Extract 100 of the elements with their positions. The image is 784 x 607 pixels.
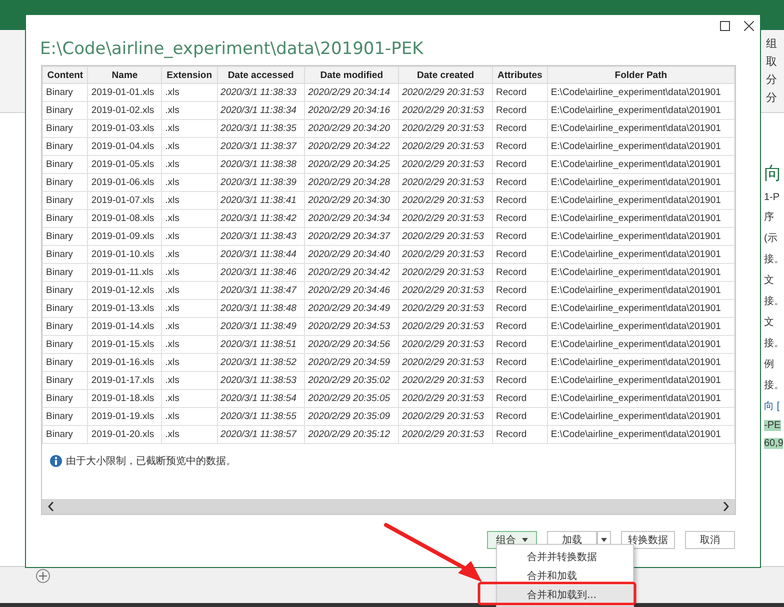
table-cell: .xls <box>162 282 218 300</box>
table-cell: 2020/3/1 11:38:34 <box>217 102 305 120</box>
horizontal-scrollbar[interactable] <box>42 499 735 514</box>
pane-text: 接。 <box>764 252 784 266</box>
table-cell: 2020/2/29 20:31:53 <box>398 372 493 390</box>
pane-text: 1-P <box>764 192 780 203</box>
table-cell: 2020/2/29 20:34:49 <box>304 300 399 318</box>
caret-icon <box>601 538 607 542</box>
ribbon-label[interactable]: 取 <box>766 54 777 69</box>
table-cell: 2020/2/29 20:31:53 <box>398 390 493 408</box>
pane-link[interactable]: 向 [ <box>764 399 780 413</box>
table-cell: Record <box>492 264 548 282</box>
dialog-title: E:\Code\airline_experiment\data\201901-PEK <box>40 39 424 59</box>
table-cell: E:\Code\airline_experiment\data\201901 <box>547 156 734 174</box>
table-cell: 2020/2/29 20:35:05 <box>304 390 399 408</box>
table-cell: .xls <box>162 408 218 426</box>
table-cell: E:\Code\airline_experiment\data\201901 <box>547 408 734 426</box>
table-cell: E:\Code\airline_experiment\data\201901 <box>547 264 734 282</box>
table-cell: E:\Code\airline_experiment\data\201901 <box>547 228 734 246</box>
table-cell: 2020/3/1 11:38:39 <box>217 174 305 192</box>
table-cell: 2020/3/1 11:38:37 <box>217 138 305 156</box>
table-cell: 2020/2/29 20:31:53 <box>398 120 493 138</box>
column-header: Date accessed <box>217 66 305 84</box>
pane-text: 接。 <box>764 378 784 392</box>
table-cell: 2019-01-11.xls <box>88 264 162 282</box>
table-cell: E:\Code\airline_experiment\data\201901 <box>547 372 734 390</box>
table-cell: Binary <box>42 282 88 300</box>
table-cell: 2020/2/29 20:31:53 <box>398 210 493 228</box>
ribbon-label[interactable]: 组 <box>766 36 777 51</box>
table-cell: 2020/2/29 20:34:34 <box>304 210 399 228</box>
table-cell: Binary <box>42 246 88 264</box>
table-cell: Binary <box>42 138 88 156</box>
table-cell: 2020/2/29 20:31:53 <box>398 408 493 426</box>
table-cell: .xls <box>162 318 218 336</box>
table-cell: Record <box>492 408 548 426</box>
table-cell: E:\Code\airline_experiment\data\201901 <box>547 390 734 408</box>
table-cell: E:\Code\airline_experiment\data\201901 <box>547 246 734 264</box>
table-cell: E:\Code\airline_experiment\data\201901 <box>547 210 734 228</box>
add-sheet-icon[interactable] <box>36 569 50 583</box>
table-cell: 2019-01-01.xls <box>88 84 162 102</box>
table-cell: 2020/2/29 20:34:40 <box>304 246 399 264</box>
ribbon-label[interactable]: 分 <box>766 72 777 87</box>
column-header: Extension <box>162 66 218 84</box>
table-cell: Binary <box>42 390 88 408</box>
table-cell: E:\Code\airline_experiment\data\201901 <box>547 282 734 300</box>
menu-item[interactable]: 合并和加载到... <box>497 585 633 604</box>
table-cell: E:\Code\airline_experiment\data\201901 <box>547 120 734 138</box>
menu-item[interactable]: 合并并转换数据 <box>497 547 633 566</box>
table-cell: Record <box>492 246 548 264</box>
maximize-icon[interactable] <box>720 21 730 31</box>
table-cell: 2020/2/29 20:31:53 <box>398 228 493 246</box>
dialog-button[interactable]: 取消 <box>685 531 735 549</box>
table-cell: 2020/2/29 20:34:22 <box>304 138 399 156</box>
pane-text: 60,9 <box>764 438 784 449</box>
table-cell: 2020/2/29 20:34:30 <box>304 192 399 210</box>
table-cell: Record <box>492 228 548 246</box>
scroll-right-icon[interactable] <box>723 502 729 511</box>
table-cell: 2019-01-06.xls <box>88 174 162 192</box>
table-cell: E:\Code\airline_experiment\data\201901 <box>547 300 734 318</box>
pane-text: 接。 <box>764 294 784 308</box>
table-cell: 2020/2/29 20:31:53 <box>398 318 493 336</box>
table-cell: Record <box>492 192 548 210</box>
table-cell: 2019-01-07.xls <box>88 192 162 210</box>
table-cell: .xls <box>162 192 218 210</box>
table-cell: 2020/3/1 11:38:54 <box>217 390 305 408</box>
table-cell: 2019-01-08.xls <box>88 210 162 228</box>
table-cell: E:\Code\airline_experiment\data\201901 <box>547 138 734 156</box>
table-cell: Binary <box>42 426 88 444</box>
scroll-left-icon[interactable] <box>48 502 54 511</box>
column-header: Content <box>42 66 88 84</box>
table-cell: .xls <box>162 300 218 318</box>
table-cell: 2020/2/29 20:31:53 <box>398 174 493 192</box>
table-cell: Record <box>492 300 548 318</box>
table-cell: 2020/2/29 20:34:53 <box>304 318 399 336</box>
pane-text: -PE <box>764 420 781 431</box>
table-cell: E:\Code\airline_experiment\data\201901 <box>547 84 734 102</box>
ribbon-label[interactable]: 分 <box>766 90 777 105</box>
table-cell: 2020/2/29 20:31:53 <box>398 264 493 282</box>
table-cell: Record <box>492 156 548 174</box>
close-icon[interactable] <box>744 21 754 31</box>
table-cell: .xls <box>162 84 218 102</box>
table-cell: 2020/2/29 20:34:59 <box>304 354 399 372</box>
table-cell: Record <box>492 372 548 390</box>
table-cell: Record <box>492 138 548 156</box>
table-cell: 2020/2/29 20:31:53 <box>398 336 493 354</box>
table-cell: 2019-01-20.xls <box>88 426 162 444</box>
table-cell: Record <box>492 426 548 444</box>
dialog-button[interactable]: 转换数据 <box>621 531 675 549</box>
table-cell: .xls <box>162 120 218 138</box>
table-cell: .xls <box>162 426 218 444</box>
table-cell: 2019-01-04.xls <box>88 138 162 156</box>
truncation-notice: 由于大小限制，已截断预览中的数据。 <box>66 454 236 468</box>
table-cell: E:\Code\airline_experiment\data\201901 <box>547 318 734 336</box>
table-cell: 2019-01-02.xls <box>88 102 162 120</box>
table-cell: Binary <box>42 192 88 210</box>
table-cell: 2019-01-15.xls <box>88 336 162 354</box>
column-header: Name <box>88 66 162 84</box>
table-cell: Binary <box>42 156 88 174</box>
table-cell: Record <box>492 174 548 192</box>
table-cell: 2020/2/29 20:31:53 <box>398 102 493 120</box>
